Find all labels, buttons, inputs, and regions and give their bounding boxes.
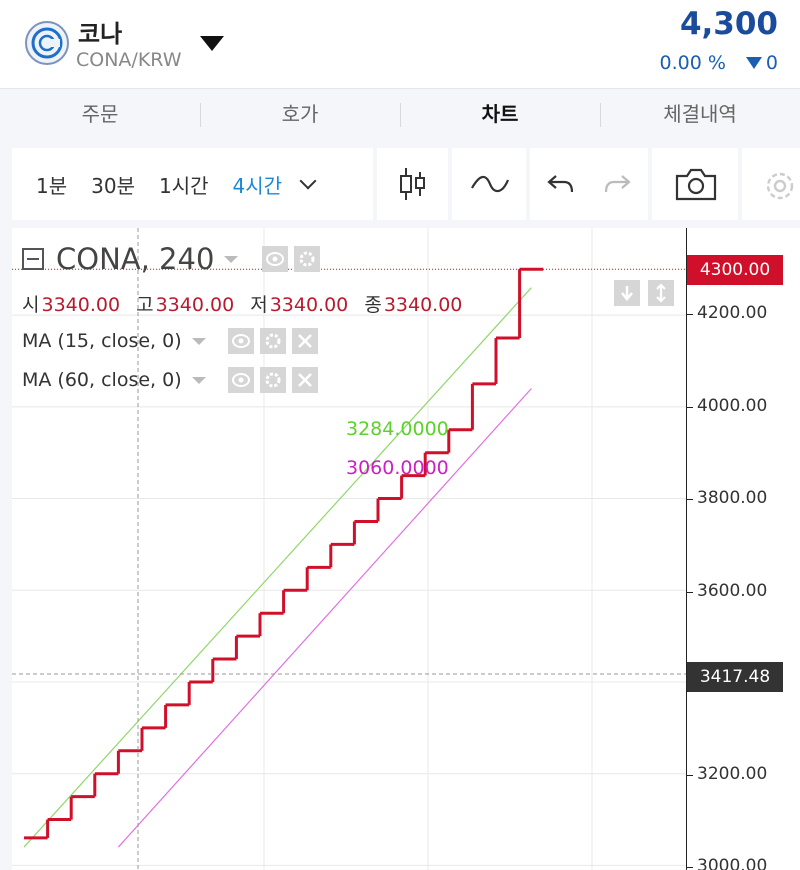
toolbar-divider: [526, 148, 530, 220]
ohlc-low-value: 3340.00: [269, 294, 349, 316]
ma15-label: MA (15, close, 0): [22, 330, 182, 352]
visibility-eye-icon[interactable]: [262, 246, 289, 272]
tab-bar: 주문 호가 차트 체결내역: [0, 88, 800, 140]
coin-pair: CONA/KRW: [76, 49, 182, 71]
current-price-tag: 4300.00: [687, 255, 783, 285]
ma15-visibility-eye-icon[interactable]: [227, 328, 254, 354]
ma15-legend: MA (15, close, 0): [22, 328, 324, 354]
axis-tick: [687, 867, 693, 868]
ma60-remove-close-icon[interactable]: [291, 367, 318, 393]
indicator-wave-icon[interactable]: [470, 166, 510, 202]
ohlc-high-value: 3340.00: [155, 294, 235, 316]
ohlc-high-label: 고: [136, 294, 154, 316]
tab-trade-history[interactable]: 체결내역: [600, 89, 800, 140]
collapse-legend-icon[interactable]: [22, 248, 44, 270]
symbol-label: CONA, 240: [56, 242, 215, 276]
ma15-settings-gear-icon[interactable]: [259, 328, 286, 354]
ohlc-readout: 시 3340.00 고 3340.00 저 3340.00 종 3340.00: [22, 290, 472, 317]
price-change: 0.00 % 0: [660, 52, 779, 74]
axis-tick: [687, 499, 693, 500]
change-absolute-value: 0: [765, 52, 778, 74]
ohlc-open-value: 3340.00: [41, 294, 121, 316]
toolbar-divider: [448, 148, 452, 220]
symbol-settings-gear-icon[interactable]: [294, 246, 321, 272]
coin-select-dropdown-icon[interactable]: [200, 36, 224, 51]
chart-series: [23, 267, 544, 848]
candlestick-chart-icon[interactable]: [398, 166, 428, 202]
timeframe-30m[interactable]: 30분: [91, 170, 135, 199]
ohlc-open-label: 시: [22, 294, 40, 316]
axis-tick: [687, 314, 693, 315]
symbol-menu-caret-icon[interactable]: [224, 255, 239, 263]
scroll-updown-arrow-icon[interactable]: [648, 280, 674, 306]
tab-order[interactable]: 주문: [0, 89, 200, 140]
tab-divider: [400, 103, 401, 127]
toolbar-divider: [648, 148, 652, 220]
tab-divider: [600, 103, 601, 127]
ma60-legend: MA (60, close, 0): [22, 367, 324, 393]
ma60-menu-caret-icon[interactable]: [191, 376, 206, 384]
camera-screenshot-icon[interactable]: [674, 166, 718, 202]
chart-toolbar: 1분 30분 1시간 4시간: [12, 148, 800, 220]
timeframe-1h[interactable]: 1시간: [159, 170, 209, 199]
axis-label: 3800.00: [697, 488, 768, 508]
toolbar-divider: [373, 148, 377, 220]
change-absolute: 0: [745, 52, 778, 74]
chart-container: 1분 30분 1시간 4시간 CONA, 240 시 3340.00 고 334…: [0, 140, 800, 870]
axis-label: 3000.00: [697, 856, 768, 870]
ma60-label: MA (60, close, 0): [22, 369, 182, 391]
axis-label: 4000.00: [697, 396, 768, 416]
symbol-legend: CONA, 240: [22, 242, 326, 276]
timeframe-1m[interactable]: 1분: [36, 170, 67, 199]
price-chart[interactable]: [12, 228, 686, 870]
redo-icon[interactable]: [602, 166, 632, 202]
market-header: 코나 CONA/KRW 4,300 0.00 % 0: [0, 0, 800, 88]
scroll-down-arrow-icon[interactable]: [614, 280, 640, 306]
tab-chart[interactable]: 차트: [400, 89, 600, 140]
ohlc-low-label: 저: [250, 294, 268, 316]
ma60-value: 3060.0000: [346, 457, 449, 479]
cona-logo-icon: [25, 21, 69, 65]
axis-label: 3600.00: [697, 581, 768, 601]
ma60-settings-gear-icon[interactable]: [259, 367, 286, 393]
ma15-value: 3284.0000: [346, 418, 449, 440]
ma15-menu-caret-icon[interactable]: [191, 337, 206, 345]
tab-orderbook[interactable]: 호가: [200, 89, 400, 140]
coin-name[interactable]: 코나: [78, 14, 122, 49]
axis-tick: [687, 592, 693, 593]
ma60-line: [117, 388, 532, 848]
chart-plot-area[interactable]: CONA, 240 시 3340.00 고 3340.00 저 3340.00 종 33…: [12, 228, 686, 870]
undo-icon[interactable]: [546, 166, 576, 202]
axis-tick: [687, 775, 693, 776]
price-axis[interactable]: 4200.00 4000.00 3800.00 3600.00 3200.00 …: [686, 228, 800, 870]
change-percent: 0.00 %: [659, 52, 726, 74]
ma15-remove-close-icon[interactable]: [291, 328, 318, 354]
ohlc-close-label: 종: [364, 294, 382, 316]
axis-tick: [687, 407, 693, 408]
ohlc-close-value: 3340.00: [383, 294, 463, 316]
axis-label: 3200.00: [697, 764, 768, 784]
tab-divider: [200, 103, 201, 127]
timeframe-dropdown-icon[interactable]: [299, 172, 317, 190]
settings-gear-icon[interactable]: [760, 166, 800, 206]
timeframe-4h[interactable]: 4시간: [233, 170, 283, 199]
down-arrow-icon: [745, 57, 762, 69]
toolbar-divider: [738, 148, 742, 220]
axis-label: 4200.00: [697, 303, 768, 323]
ma60-visibility-eye-icon[interactable]: [227, 367, 254, 393]
crosshair-price-tag: 3417.48: [687, 662, 783, 692]
current-price: 4,300: [679, 6, 778, 42]
